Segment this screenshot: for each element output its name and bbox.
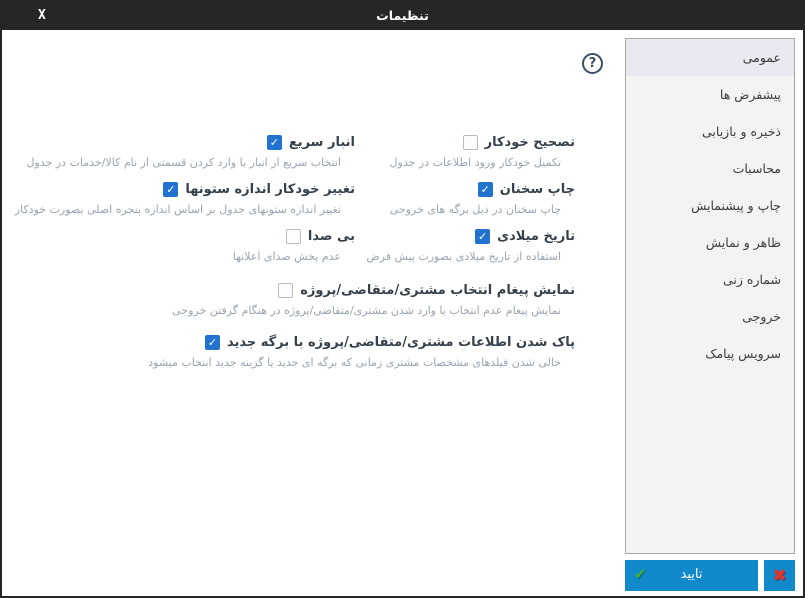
autocorrect-checkbox[interactable] bbox=[463, 135, 478, 150]
setting-show-selection-message: نمایش پیغام انتخاب مشتری/متقاضی/پروژه نم… bbox=[172, 280, 575, 317]
confirm-button-label: تایید bbox=[681, 567, 703, 582]
setting-autocorrect-label: تصحیح خودکار bbox=[485, 135, 575, 150]
setting-show-selection-message-description: نمایش پیغام عدم انتخاب یا وارد شدن مشتری… bbox=[172, 304, 575, 317]
confirm-check-icon: ✔ bbox=[634, 565, 647, 583]
sidebar-item-numbering[interactable]: شماره زنی bbox=[626, 261, 794, 298]
sidebar-item-sms-service[interactable]: سرویس پیامک bbox=[626, 335, 794, 372]
setting-mute-description: عدم پخش صدای اعلانها bbox=[233, 250, 355, 263]
sidebar-item-output[interactable]: خروجی bbox=[626, 298, 794, 335]
setting-print-sayings-label: چاپ سخنان bbox=[500, 182, 575, 197]
setting-clear-customer-info-label: پاک شدن اطلاعات مشتری/متقاضی/پروژه با بر… bbox=[227, 335, 575, 350]
setting-print-sayings-description: چاپ سخنان در ذیل برگه های خروجی bbox=[390, 203, 575, 216]
clear-customer-info-checkbox[interactable]: ✓ bbox=[205, 335, 220, 350]
setting-mute-label: بی صدا bbox=[308, 229, 355, 244]
setting-quick-inventory-description: انتخاب سریع از انبار با وارد کردن قسمتی … bbox=[27, 156, 356, 169]
setting-auto-column-resize: تغییر خودکار اندازه ستونها ✓ تغییر انداز… bbox=[15, 179, 355, 216]
setting-auto-column-resize-description: تغییر اندازه ستونهای جدول بر اساس اندازه… bbox=[15, 203, 355, 216]
setting-mute: بی صدا عدم پخش صدای اعلانها bbox=[233, 226, 355, 263]
setting-auto-column-resize-label: تغییر خودکار اندازه ستونها bbox=[185, 182, 355, 197]
cancel-x-icon: ✖ bbox=[772, 566, 786, 586]
setting-quick-inventory: انبار سریع ✓ انتخاب سریع از انبار با وار… bbox=[27, 132, 356, 169]
help-icon[interactable]: ? bbox=[582, 53, 603, 74]
setting-quick-inventory-label: انبار سریع bbox=[289, 135, 355, 150]
setting-clear-customer-info-description: خالی شدن فیلدهای مشخصات مشتری زمانی که ب… bbox=[148, 356, 575, 369]
cancel-button[interactable]: ✖ bbox=[764, 560, 795, 591]
setting-autocorrect-description: تکمیل خودکار ورود اطلاعات در جدول bbox=[390, 156, 575, 169]
print-sayings-checkbox[interactable]: ✓ bbox=[478, 182, 493, 197]
sidebar-item-save-restore[interactable]: ذخیره و بازیابی bbox=[626, 113, 794, 150]
sidebar-item-print-preview[interactable]: چاپ و پیشنمایش bbox=[626, 187, 794, 224]
quick-inventory-checkbox[interactable]: ✓ bbox=[267, 135, 282, 150]
gregorian-date-checkbox[interactable]: ✓ bbox=[475, 229, 490, 244]
sidebar-item-general[interactable]: عمومی bbox=[626, 39, 794, 76]
window-title: تنظیمات bbox=[2, 2, 803, 30]
setting-gregorian-date-label: تاریخ میلادی bbox=[497, 229, 575, 244]
setting-print-sayings: چاپ سخنان ✓ چاپ سخنان در ذیل برگه های خر… bbox=[390, 179, 575, 216]
show-selection-message-checkbox[interactable] bbox=[278, 283, 293, 298]
setting-clear-customer-info: پاک شدن اطلاعات مشتری/متقاضی/پروژه با بر… bbox=[148, 332, 575, 369]
settings-dialog: X تنظیمات ? تصحیح خودکار تکمیل خودکار ور… bbox=[0, 0, 805, 598]
setting-gregorian-date: تاریخ میلادی ✓ استفاده از تاریخ میلادی ب… bbox=[366, 226, 575, 263]
setting-gregorian-date-description: استفاده از تاریخ میلادی بصورت پیش فرض bbox=[366, 250, 575, 263]
titlebar: X تنظیمات bbox=[2, 2, 803, 30]
mute-checkbox[interactable] bbox=[286, 229, 301, 244]
sidebar: عمومی پیشفرض ها ذخیره و بازیابی محاسبات … bbox=[625, 38, 795, 554]
sidebar-item-calculations[interactable]: محاسبات bbox=[626, 150, 794, 187]
setting-autocorrect: تصحیح خودکار تکمیل خودکار ورود اطلاعات د… bbox=[390, 132, 575, 169]
confirm-button[interactable]: ✔ تایید bbox=[625, 560, 758, 591]
setting-show-selection-message-label: نمایش پیغام انتخاب مشتری/متقاضی/پروژه bbox=[300, 283, 575, 298]
sidebar-item-appearance[interactable]: ظاهر و نمایش bbox=[626, 224, 794, 261]
auto-column-resize-checkbox[interactable]: ✓ bbox=[163, 182, 178, 197]
sidebar-item-defaults[interactable]: پیشفرض ها bbox=[626, 76, 794, 113]
